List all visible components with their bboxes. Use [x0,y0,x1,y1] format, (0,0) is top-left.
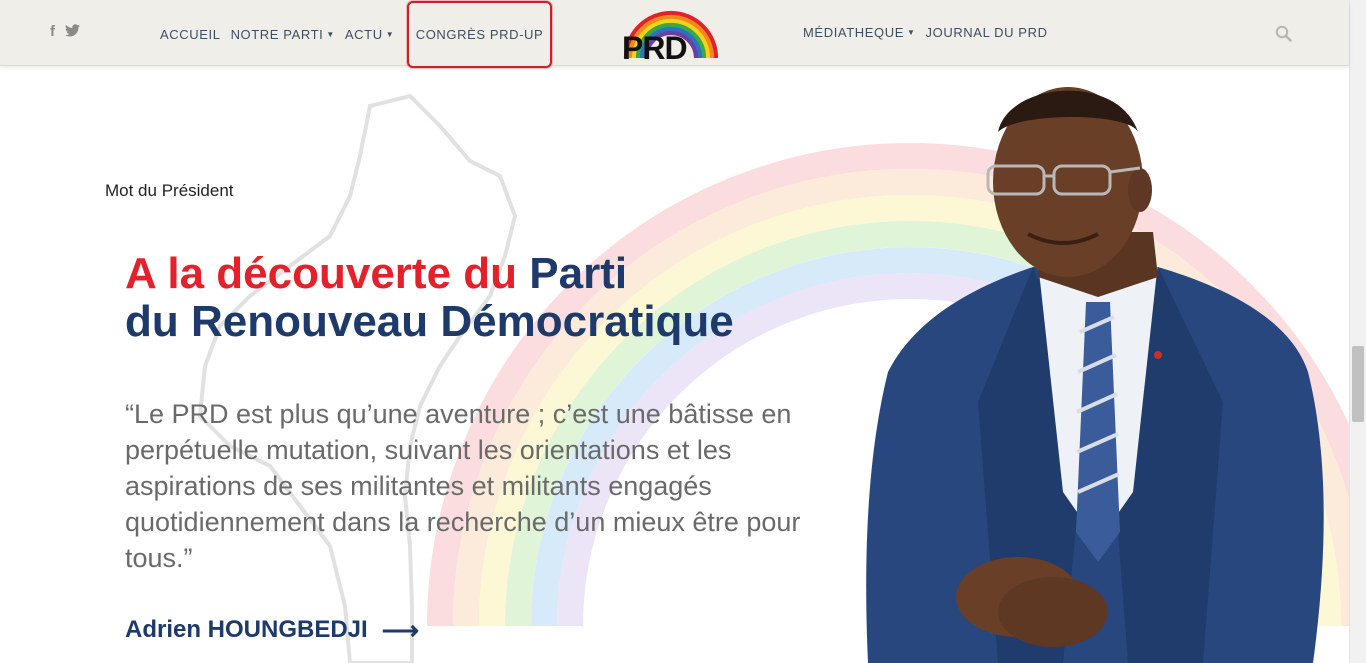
hero-headline: A la découverte du Parti du Renouveau Dé… [125,250,734,346]
headline-red-part: A la découverte du [125,249,530,298]
nav-congres-label: CONGRÈS PRD-UP [415,27,544,42]
prd-logo[interactable]: PRD [618,0,722,66]
twitter-icon[interactable] [65,24,80,41]
page-scrollbar[interactable] [1349,0,1366,663]
social-links: f [50,24,80,41]
author-name: Adrien HOUNGBEDJI [125,616,368,643]
hero-section: Mot du Président A la découverte du Part… [0,66,1349,663]
author-link[interactable]: Adrien HOUNGBEDJI ⟶ [125,616,419,644]
main-nav-right: MÉDIATHEQUE ▼ JOURNAL DU PRD [803,25,1048,40]
president-quote: “Le PRD est plus qu’une aventure ; c’est… [125,399,801,573]
facebook-icon[interactable]: f [50,24,55,41]
logo-text: PRD [622,30,688,66]
nav-journal-du-prd[interactable]: JOURNAL DU PRD [926,25,1048,40]
chevron-down-icon: ▼ [326,30,335,39]
search-icon[interactable] [1275,25,1292,42]
scrollbar-thumb[interactable] [1352,346,1364,422]
nav-notre-parti[interactable]: NOTRE PARTI ▼ [231,27,335,42]
nav-mediatheque-label: MÉDIATHEQUE [803,25,904,40]
nav-actu-label: ACTU [344,27,383,42]
nav-mediatheque[interactable]: MÉDIATHEQUE ▼ [803,25,916,40]
arrow-right-icon: ⟶ [381,615,419,645]
nav-accueil[interactable]: ACCUEIL [160,27,221,42]
headline-line2: du Renouveau Démocratique [125,297,734,346]
nav-journal-label: JOURNAL DU PRD [925,25,1048,40]
section-kicker: Mot du Président [105,181,234,200]
nav-congres-prd-up[interactable]: CONGRÈS PRD-UP [407,1,552,68]
president-portrait [866,87,1324,663]
headline-blue-part: Parti [529,249,628,298]
main-nav-left: ACCUEIL NOTRE PARTI ▼ ACTU ▼ [160,27,394,42]
chevron-down-icon: ▼ [906,28,916,37]
nav-actu[interactable]: ACTU ▼ [345,27,394,42]
chevron-down-icon: ▼ [385,30,395,39]
site-header: f ACCUEIL NOTRE PARTI ▼ ACTU ▼ CONGRÈS PRD… [0,0,1349,68]
nav-accueil-label: ACCUEIL [160,27,221,42]
nav-notre-parti-label: NOTRE PARTI [230,27,324,42]
